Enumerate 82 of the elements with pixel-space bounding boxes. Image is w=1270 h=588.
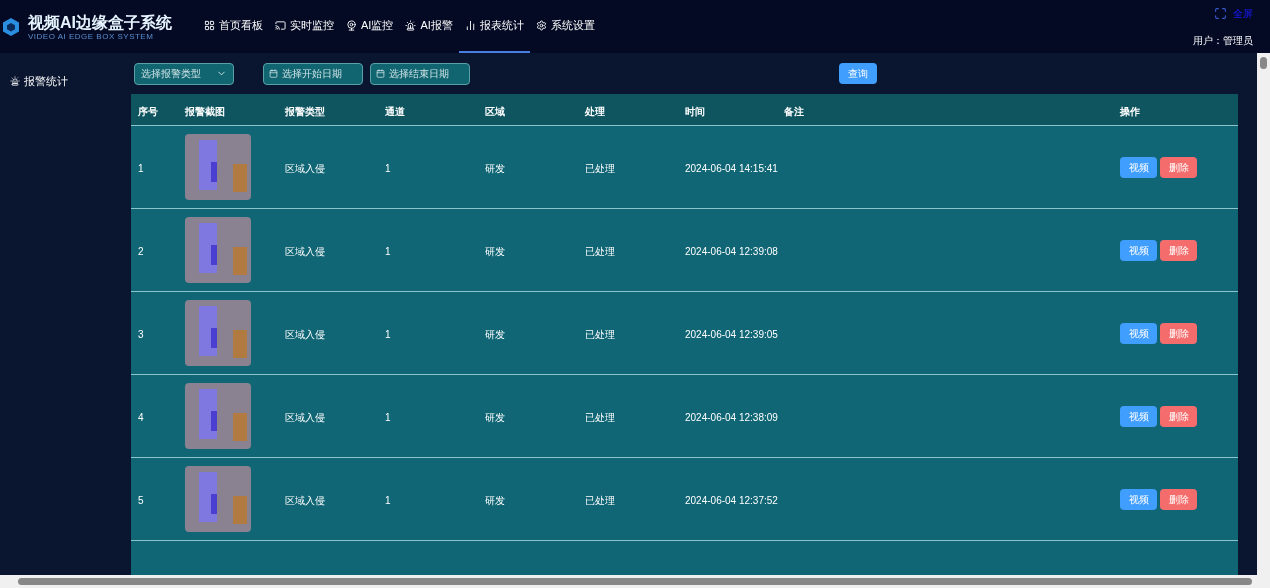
table-cell: 区域入侵 bbox=[285, 412, 325, 423]
column-header: 报警类型 bbox=[285, 105, 325, 117]
column-header: 通道 bbox=[385, 105, 405, 117]
table-cell: 1 bbox=[385, 412, 391, 423]
column-header: 操作 bbox=[1120, 105, 1140, 117]
app-title: 视频AI边缘盒子系统 bbox=[28, 12, 172, 33]
table-cell: 2024-06-04 12:39:08 bbox=[685, 246, 778, 257]
delete-button[interactable]: 删除 bbox=[1160, 239, 1197, 261]
nav-tab[interactable]: 实时监控 bbox=[269, 0, 340, 53]
table-cell: 2024-06-04 12:37:52 bbox=[685, 495, 778, 506]
table-cell: 2024-06-04 14:15:41 bbox=[685, 163, 778, 174]
table-cell: 2 bbox=[138, 246, 144, 257]
table-cell: 已处理 bbox=[585, 329, 615, 340]
table-cell: 研发 bbox=[485, 329, 505, 340]
fullscreen-icon bbox=[1214, 6, 1227, 20]
table-cell: 已处理 bbox=[585, 163, 615, 174]
delete-button[interactable]: 删除 bbox=[1160, 156, 1197, 178]
table-cell: 区域入侵 bbox=[285, 495, 325, 506]
table-cell: 2024-06-04 12:39:05 bbox=[685, 329, 778, 340]
app-subtitle: VIDEO AI EDGE BOX SYSTEM bbox=[28, 32, 155, 41]
settings-icon bbox=[535, 20, 547, 31]
alarm-type-select[interactable]: 选择报警类型 bbox=[134, 62, 234, 85]
siren-icon bbox=[405, 20, 417, 31]
table-cell: 4 bbox=[138, 412, 144, 423]
sidebar-item[interactable]: 报警统计 bbox=[10, 73, 131, 90]
video-button[interactable]: 视频 bbox=[1120, 322, 1157, 344]
column-header: 区域 bbox=[485, 105, 505, 117]
table-cell: 已处理 bbox=[585, 412, 615, 423]
column-header: 时间 bbox=[685, 105, 705, 117]
delete-button[interactable]: 删除 bbox=[1160, 405, 1197, 427]
calendar-icon bbox=[376, 69, 385, 78]
start-date-field[interactable]: 选择开始日期 bbox=[263, 62, 363, 85]
delete-button[interactable]: 删除 bbox=[1160, 488, 1197, 510]
siren-icon bbox=[10, 76, 20, 87]
video-button[interactable]: 视频 bbox=[1120, 156, 1157, 178]
vertical-scrollbar[interactable] bbox=[1257, 53, 1270, 575]
end-date-field[interactable]: 选择结束日期 bbox=[370, 62, 470, 85]
cast-icon bbox=[275, 20, 286, 31]
table-cell: 5 bbox=[138, 495, 144, 506]
video-button[interactable]: 视频 bbox=[1120, 239, 1157, 261]
table-cell: 2024-06-04 12:38:09 bbox=[685, 412, 778, 423]
table-cell: 研发 bbox=[485, 246, 505, 257]
column-header: 报警截图 bbox=[185, 105, 225, 117]
table-cell: 研发 bbox=[485, 412, 505, 423]
nav-tab[interactable]: AI报警 bbox=[399, 0, 459, 53]
table-cell: 研发 bbox=[485, 495, 505, 506]
nav-tab[interactable]: 系统设置 bbox=[529, 0, 601, 53]
video-button[interactable]: 视频 bbox=[1120, 488, 1157, 510]
horizontal-scrollbar[interactable] bbox=[0, 575, 1270, 588]
table-cell: 1 bbox=[385, 495, 391, 506]
table-cell: 已处理 bbox=[585, 246, 615, 257]
nav-tab[interactable]: AI监控 bbox=[340, 0, 400, 53]
fullscreen-button[interactable]: 全屏 bbox=[1214, 5, 1253, 21]
table-cell: 区域入侵 bbox=[285, 163, 325, 174]
calendar-icon bbox=[269, 69, 278, 78]
table-cell: 研发 bbox=[485, 163, 505, 174]
query-button[interactable]: 查询 bbox=[839, 63, 877, 84]
column-header: 处理 bbox=[585, 105, 605, 117]
column-header: 备注 bbox=[784, 105, 804, 117]
table-cell: 1 bbox=[385, 246, 391, 257]
nav-tab[interactable]: 首页看板 bbox=[198, 0, 269, 53]
table-cell: 1 bbox=[385, 163, 391, 174]
photo-placeholder bbox=[185, 383, 251, 449]
delete-button[interactable]: 删除 bbox=[1160, 322, 1197, 344]
column-header: 序号 bbox=[138, 105, 158, 117]
photo-placeholder bbox=[185, 217, 251, 283]
table-cell: 1 bbox=[385, 329, 391, 340]
table-cell: 区域入侵 bbox=[285, 246, 325, 257]
table-cell: 1 bbox=[138, 163, 144, 174]
cube-logo-icon bbox=[2, 16, 20, 37]
webcam-icon bbox=[346, 20, 357, 31]
nav-tab[interactable]: 报表统计 bbox=[458, 0, 530, 53]
bar-chart-icon bbox=[464, 20, 476, 31]
grid-icon bbox=[204, 20, 215, 31]
table-cell: 3 bbox=[138, 329, 144, 340]
table-cell: 已处理 bbox=[585, 495, 615, 506]
video-button[interactable]: 视频 bbox=[1120, 405, 1157, 427]
table-cell: 区域入侵 bbox=[285, 329, 325, 340]
photo-placeholder bbox=[185, 134, 251, 200]
photo-placeholder bbox=[185, 300, 251, 366]
photo-placeholder bbox=[185, 466, 251, 532]
user-label: 用户：管理员 bbox=[1193, 33, 1253, 48]
